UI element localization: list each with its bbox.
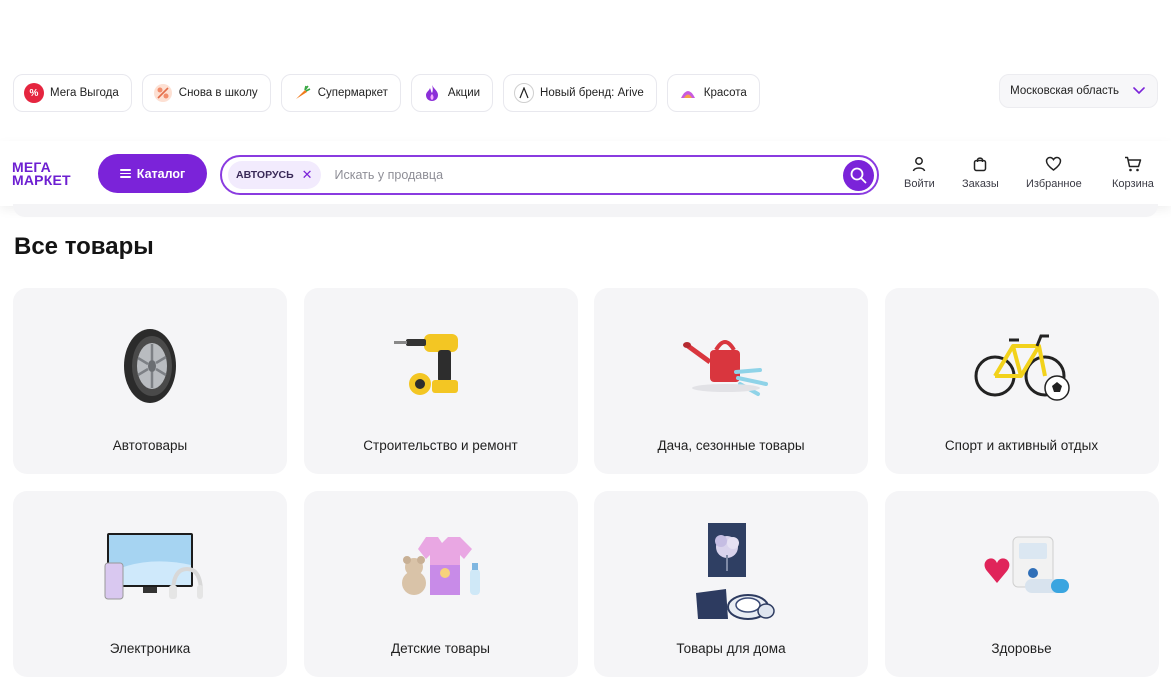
search-button[interactable] [843,159,874,191]
nav-orders[interactable]: Заказы [962,156,999,190]
category-card-construction[interactable]: Строительство и ремонт [303,288,578,474]
health-devices-image [967,525,1077,611]
chevron-down-icon [1133,87,1145,95]
nav-label: Избранное [1026,178,1082,190]
cart-icon [1124,156,1142,172]
category-grid: Автотовары Строительство и ремонт Дача, … [13,288,1159,677]
carrot-icon [292,83,312,103]
home-goods-image [676,521,786,621]
promo-label: Красота [703,87,747,99]
menu-icon [119,167,131,180]
site-header: МЕГА МАРКЕТ Каталог АВТОРУСЬ ✕ Войти Зак… [0,141,1171,206]
megamarket-logo[interactable]: МЕГА МАРКЕТ [12,160,82,188]
promo-chip-krasota[interactable]: Красота [666,74,760,112]
percent-icon: % [24,83,44,103]
page-title: Все товары [14,233,154,260]
promo-chip-mega-vygoda[interactable]: % Мега Выгода [13,74,132,112]
watering-can-image [676,322,786,408]
promo-label: Снова в школу [178,87,258,99]
kids-goods-image [386,525,496,611]
category-label: Детские товары [391,641,490,656]
category-label: Здоровье [991,641,1052,656]
heart-icon [1046,156,1062,171]
region-selector[interactable]: Московская область [999,74,1158,108]
promo-label: Мега Выгода [50,87,119,99]
category-card-home[interactable]: Товары для дома [594,491,868,677]
category-label: Спорт и активный отдых [944,438,1099,453]
category-card-health[interactable]: Здоровье [884,491,1159,677]
nav-label: Заказы [962,178,999,190]
nav-cart[interactable]: Корзина [1112,156,1154,190]
nav-label: Войти [904,178,935,190]
flame-icon [422,83,442,103]
promo-chip-supermarket[interactable]: Супермаркет [280,74,401,112]
catalog-button[interactable]: Каталог [98,154,207,193]
seller-tag-label: АВТОРУСЬ [236,169,294,181]
search-bar: АВТОРУСЬ ✕ [220,155,879,195]
category-label: Дача, сезонные товары [657,438,805,453]
region-label: Московская область [1010,85,1119,97]
bicycle-image [967,322,1077,408]
promo-label: Новый бренд: Arive [540,87,644,99]
promo-label: Акции [447,87,481,99]
category-label: Строительство и ремонт [363,438,518,453]
user-icon [913,157,926,172]
arive-logo-icon [514,83,535,103]
school-icon [153,83,173,103]
search-input[interactable] [334,160,843,190]
bag-icon [974,157,987,172]
electronics-image [95,525,205,611]
promo-chip-school[interactable]: Снова в школу [141,74,271,112]
category-card-garden[interactable]: Дача, сезонные товары [594,288,868,474]
category-label: Автотовары [112,438,188,453]
header-underlay [13,204,1158,217]
category-label: Электроника [109,641,191,656]
category-card-sport[interactable]: Спорт и активный отдых [884,288,1159,474]
close-icon[interactable]: ✕ [302,167,313,183]
nav-label: Корзина [1112,178,1154,190]
beauty-icon [678,83,698,103]
nav-login[interactable]: Войти [904,156,935,190]
category-card-kids[interactable]: Детские товары [303,491,578,677]
tire-image [95,322,205,408]
promo-label: Супермаркет [317,87,388,99]
category-label: Товары для дома [676,641,786,656]
nav-favorites[interactable]: Избранное [1026,156,1082,190]
promo-row: % Мега Выгода Снова в школу Супермаркет … [13,74,1158,112]
promo-chip-akcii[interactable]: Акции [410,74,494,112]
catalog-label: Каталог [136,166,186,181]
category-card-auto[interactable]: Автотовары [13,288,287,474]
logo-line-2: МАРКЕТ [12,172,71,188]
search-icon [850,167,867,183]
seller-filter-tag[interactable]: АВТОРУСЬ ✕ [228,161,321,189]
drill-image [386,322,496,408]
category-card-electronics[interactable]: Электроника [13,491,287,677]
promo-chip-arive[interactable]: Новый бренд: Arive [503,74,657,112]
